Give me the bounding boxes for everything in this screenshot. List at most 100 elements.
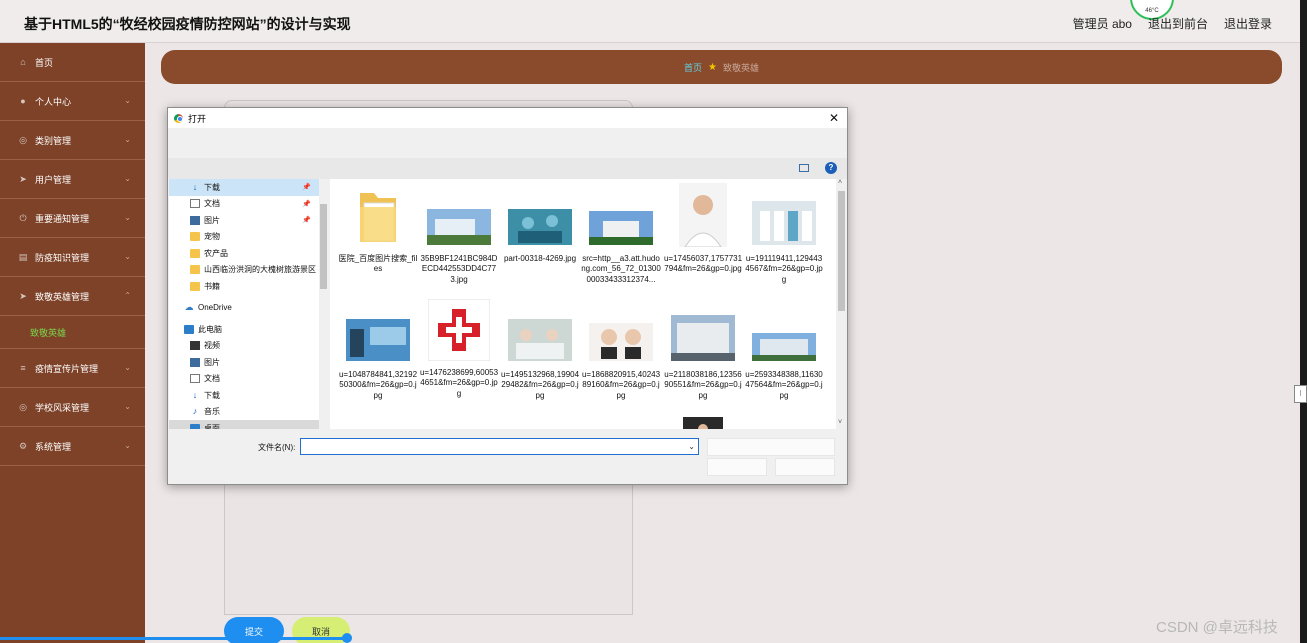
sidebar-item-notices[interactable]: ⏻ 重要通知管理 ⌄ (0, 199, 145, 238)
file-item[interactable]: u=1868820915,4024389160&fm=26&gp=0.jpg (581, 303, 661, 401)
sidebar-item-profile[interactable]: ● 个人中心 ⌄ (0, 82, 145, 121)
file-item[interactable]: 医院_百度图片搜索_files (338, 187, 418, 275)
sidebar-item-label: 首页 (35, 57, 54, 68)
tree-item-pictures[interactable]: 图片 📌 (169, 212, 319, 229)
pin-icon: 📌 (302, 184, 311, 192)
logout-link[interactable]: 退出登录 (1224, 15, 1272, 32)
tree-item-documents[interactable]: 文档 (169, 371, 319, 388)
sidebar: ⌂ 首页 ● 个人中心 ⌄ ◎ 类别管理 ⌄ ➤ 用户管理 ⌄ ⏻ 重要通知管理… (0, 43, 145, 643)
file-item[interactable]: u=1048784841,3219250300&fm=26&gp=0.jpg (338, 303, 418, 401)
portrait-photo-thumbnail (589, 323, 653, 361)
close-icon[interactable]: ✕ (829, 111, 839, 125)
tree-item-desktop[interactable]: 桌面 (169, 420, 319, 429)
tree-item-documents[interactable]: 文档 📌 (169, 196, 319, 213)
help-icon[interactable]: ? (825, 162, 837, 174)
sidebar-item-label: 系统管理 (35, 441, 72, 452)
file-item[interactable]: part-00318-4269.jpg (500, 187, 580, 264)
preview-pane-icon[interactable] (799, 164, 809, 172)
document-icon (190, 199, 200, 209)
chevron-down-icon: ⌄ (124, 174, 131, 183)
top-header: 基于HTML5的“牧经校园疫情防控网站”的设计与实现 46°C 管理员 abo … (0, 0, 1300, 43)
hospital-exterior-thumbnail (752, 333, 816, 361)
back-to-front-link[interactable]: 退出到前台 (1148, 15, 1208, 32)
tree-item-onedrive[interactable]: ☁ OneDrive (169, 300, 319, 317)
chevron-down-icon: ⌄ (124, 213, 131, 222)
sidebar-item-home[interactable]: ⌂ 首页 (0, 43, 145, 82)
file-name: 35B9BF1241BC984DECD442553DD4C773.jpg (420, 253, 498, 284)
picture-icon (190, 357, 200, 367)
folder-icon (190, 265, 200, 275)
sidebar-item-category[interactable]: ◎ 类别管理 ⌄ (0, 121, 145, 160)
file-thumbnail-partial[interactable] (683, 417, 723, 429)
scroll-down-icon[interactable]: ˅ (838, 419, 842, 426)
tree-item-videos[interactable]: 视频 (169, 338, 319, 355)
dialog-title: 打开 (188, 113, 207, 124)
file-item[interactable]: u=191119411,1294434567&fm=26&gp=0.jpg (744, 187, 824, 285)
chevron-down-icon: ⌄ (124, 135, 131, 144)
sidebar-item-label: 防疫知识管理 (35, 252, 90, 263)
taskbar-progress (0, 637, 348, 640)
music-icon: ♪ (192, 406, 198, 417)
tree-item-folder[interactable]: 宠物 (169, 229, 319, 246)
tree-item-folder[interactable]: 书籍 (169, 278, 319, 295)
computer-icon (184, 324, 194, 334)
sidebar-item-knowledge[interactable]: ▤ 防疫知识管理 ⌄ (0, 238, 145, 277)
tree-item-pictures[interactable]: 图片 (169, 354, 319, 371)
sidebar-item-videos[interactable]: ≡ 疫情宣传片管理 ⌄ (0, 349, 145, 388)
sidebar-item-heroes[interactable]: ➤ 致敬英雄管理 ⌃ (0, 277, 145, 316)
progress-dot (342, 633, 352, 643)
open-button[interactable] (707, 458, 767, 476)
file-item[interactable]: 35B9BF1241BC984DECD442553DD4C773.jpg (419, 187, 499, 285)
tree-item-label: 桌面 (204, 423, 220, 429)
sidebar-subitem-heroes[interactable]: 致敬英雄 (0, 316, 145, 349)
download-icon: ↓ (192, 181, 198, 192)
tree-item-downloads[interactable]: ↓ 下载 (169, 387, 319, 404)
side-handle[interactable]: ⁝ (1294, 385, 1307, 403)
chevron-down-icon[interactable]: ⌄ (688, 442, 695, 451)
folder-icon (190, 232, 200, 242)
filename-input[interactable]: ⌄ (300, 438, 699, 455)
compass-icon: ◎ (19, 135, 27, 145)
file-item[interactable]: u=2593348388,1163047564&fm=26&gp=0.jpg (744, 303, 824, 401)
home-icon: ⌂ (20, 57, 26, 67)
tree-item-music[interactable]: ♪ 音乐 (169, 404, 319, 421)
file-item[interactable]: u=1476238699,600534651&fm=26&gp=0.jpg (419, 298, 499, 399)
sidebar-item-users[interactable]: ➤ 用户管理 ⌄ (0, 160, 145, 199)
grid-scrollbar[interactable]: ˄ ˅ (836, 179, 847, 429)
desktop-icon (190, 423, 200, 429)
file-name: u=1868820915,4024389160&fm=26&gp=0.jpg (581, 369, 661, 400)
tree-item-label: 农产品 (204, 248, 228, 258)
tree-item-label: 图片 (204, 215, 220, 225)
tree-item-this-pc[interactable]: 此电脑 (169, 321, 319, 338)
tree-item-downloads[interactable]: ↓ 下载 📌 (169, 179, 319, 196)
book-icon: ▤ (18, 252, 28, 262)
tree-item-label: 下载 (204, 182, 220, 192)
pin-icon: 📌 (302, 217, 311, 225)
file-item[interactable]: u=1495132968,1990429482&fm=26&gp=0.jpg (500, 303, 580, 401)
file-name: u=17456037,1757731794&fm=26&gp=0.jpg (663, 253, 743, 274)
sidebar-item-system[interactable]: ⚙ 系统管理 ⌄ (0, 427, 145, 466)
tree-item-label: 下载 (204, 390, 220, 400)
compass-icon: ◎ (19, 402, 27, 412)
file-type-filter[interactable] (707, 438, 835, 456)
building-photo-thumbnail (589, 211, 653, 245)
chevron-down-icon: ⌄ (124, 96, 131, 105)
chevron-down-icon: ⌄ (124, 363, 131, 372)
breadcrumb-home[interactable]: 首页 (684, 61, 702, 74)
tree-item-folder[interactable]: 山西临汾洪洞的大槐树旅游景区 (169, 262, 319, 279)
star-icon: ★ (708, 61, 717, 73)
dialog-cancel-button[interactable] (775, 458, 835, 476)
tree-scrollbar[interactable] (319, 179, 328, 429)
filename-label: 文件名(N): (258, 443, 296, 452)
file-item[interactable]: u=17456037,1757731794&fm=26&gp=0.jpg (663, 183, 743, 275)
dialog-toolbar: ? (168, 158, 847, 179)
press-conference-thumbnail (346, 319, 410, 361)
file-item[interactable]: u=2118038186,1235690551&fm=26&gp=0.jpg (663, 303, 743, 401)
sidebar-item-campus[interactable]: ◎ 学校风采管理 ⌄ (0, 388, 145, 427)
scroll-up-icon[interactable]: ˄ (838, 179, 842, 186)
file-item[interactable]: src=http__a3.att.hudong.com_56_72_013000… (581, 187, 661, 285)
tree-item-folder[interactable]: 农产品 (169, 245, 319, 262)
file-name: u=1476238699,600534651&fm=26&gp=0.jpg (419, 367, 499, 398)
site-title: 基于HTML5的“牧经校园疫情防控网站”的设计与实现 (24, 16, 351, 32)
pin-icon: 📌 (302, 200, 311, 208)
